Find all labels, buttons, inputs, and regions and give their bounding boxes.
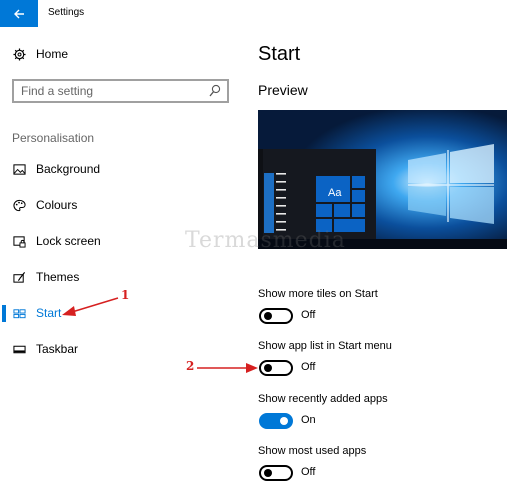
preview-heading: Preview <box>258 82 308 98</box>
sidebar-item-taskbar[interactable]: Taskbar <box>0 336 240 362</box>
toggle-knob <box>264 312 272 320</box>
sidebar-item-label: Background <box>36 162 101 176</box>
more-tiles-toggle[interactable] <box>259 308 293 324</box>
image-icon <box>12 162 26 176</box>
home-nav-item[interactable]: Home <box>0 41 240 67</box>
toggle-state-text: Off <box>301 309 316 321</box>
active-indicator <box>2 305 6 322</box>
title-bar: Settings <box>0 0 510 27</box>
back-button[interactable] <box>0 0 38 27</box>
toggle-state-text: Off <box>301 361 316 373</box>
themes-icon <box>12 270 26 284</box>
search-icon[interactable] <box>209 84 221 98</box>
setting-label: Show most used apps <box>258 445 367 457</box>
setting-label: Show more tiles on Start <box>258 288 378 300</box>
app-list-toggle[interactable] <box>259 360 293 376</box>
setting-label: Show app list in Start menu <box>258 340 392 352</box>
search-input[interactable] <box>21 83 201 99</box>
most-used-toggle[interactable] <box>259 465 293 481</box>
home-label: Home <box>36 47 69 61</box>
gear-icon <box>12 47 26 61</box>
sidebar: Home Personalisation Background Colours … <box>0 27 240 485</box>
sidebar-item-label: Colours <box>36 198 78 212</box>
toggle-knob <box>280 417 288 425</box>
toggle-state-text: Off <box>301 466 316 478</box>
back-arrow-icon <box>14 9 24 18</box>
annotation-marker-2: 2 <box>186 359 195 373</box>
sidebar-item-label: Themes <box>36 270 80 284</box>
sidebar-item-label: Taskbar <box>36 342 79 356</box>
sidebar-item-themes[interactable]: Themes <box>0 264 240 290</box>
start-icon <box>12 306 26 320</box>
watermark: Termasmedia <box>185 228 346 253</box>
sidebar-item-background[interactable]: Background <box>0 156 240 182</box>
recently-added-toggle[interactable] <box>259 413 293 429</box>
lock-screen-icon <box>12 234 26 248</box>
preview-tile-label: Aa <box>328 187 342 199</box>
search-box[interactable] <box>12 79 229 103</box>
page-title: Start <box>258 43 301 65</box>
taskbar-icon <box>12 342 26 356</box>
main-content: Start Preview Aa Show more tiles on Star… <box>258 27 510 485</box>
sidebar-item-start[interactable]: Start <box>0 300 240 326</box>
section-heading: Personalisation <box>12 131 95 145</box>
palette-icon <box>12 198 26 212</box>
sidebar-item-colours[interactable]: Colours <box>0 192 240 218</box>
toggle-knob <box>264 364 272 372</box>
setting-label: Show recently added apps <box>258 393 388 405</box>
sidebar-item-label: Start <box>36 306 62 320</box>
sidebar-item-label: Lock screen <box>36 234 101 248</box>
toggle-knob <box>264 469 272 477</box>
annotation-marker-1: 1 <box>121 288 130 302</box>
toggle-state-text: On <box>301 414 316 426</box>
window-title: Settings <box>48 7 85 18</box>
